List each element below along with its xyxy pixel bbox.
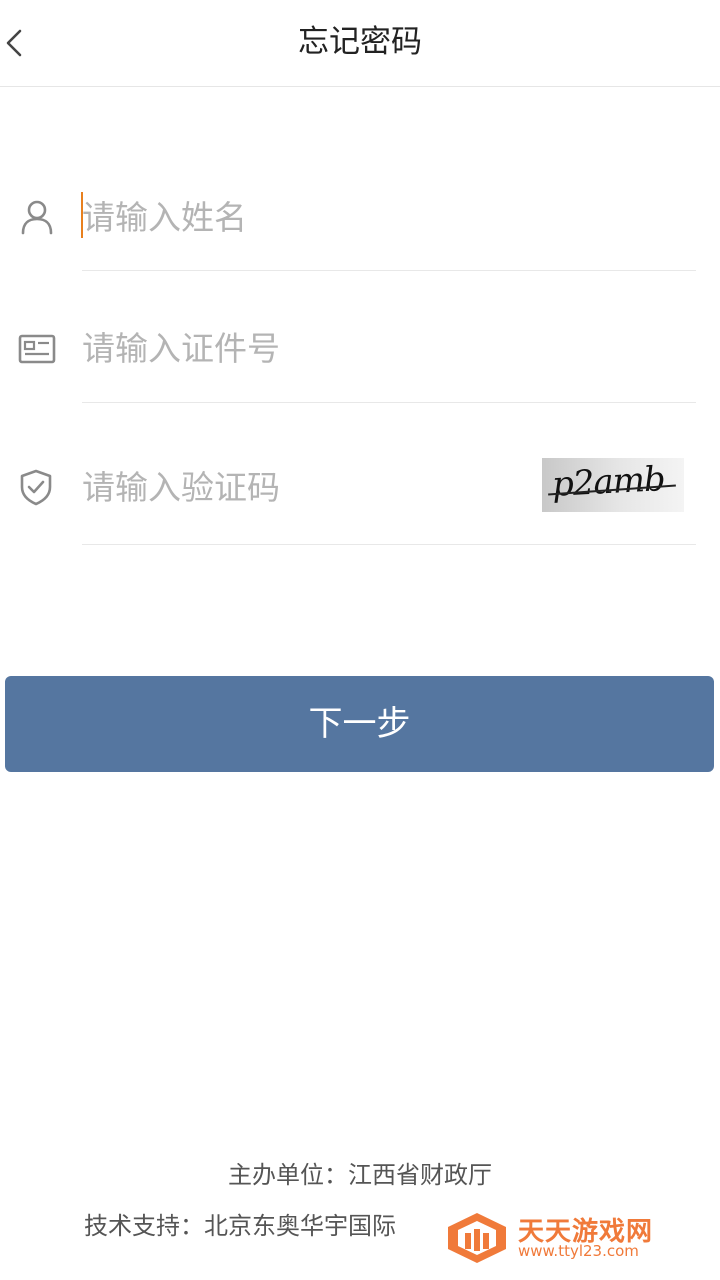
footer-tech-support: 技术支持：北京东奥华宇国际 (84, 1212, 396, 1240)
next-step-button[interactable]: 下一步 (5, 676, 714, 772)
captcha-text: p2amb (551, 459, 666, 505)
divider (82, 270, 696, 271)
captcha-input[interactable] (82, 462, 502, 512)
name-input[interactable] (82, 192, 642, 242)
header-bar: 忘记密码 (0, 0, 720, 87)
captcha-image[interactable]: p2amb (542, 458, 684, 512)
id-row (0, 315, 720, 405)
watermark-logo-icon (446, 1211, 508, 1269)
divider (82, 544, 696, 545)
captcha-row: p2amb (0, 450, 720, 546)
name-row (0, 180, 720, 272)
shield-check-icon (18, 468, 54, 510)
id-number-input[interactable] (82, 323, 642, 373)
footer-organizer: 主办单位：江西省财政厅 (228, 1161, 492, 1189)
watermark-url: www.ttyl23.com (518, 1242, 639, 1260)
user-icon (18, 198, 56, 240)
id-card-icon (18, 333, 56, 369)
forgot-password-page: 忘记密码 请输入姓名 请输入证件号 请输入验证码 p2amb 下一步 主办单位：… (0, 0, 720, 1280)
watermark: 天天游戏网 www.ttyl23.com (446, 1205, 686, 1265)
divider (82, 402, 696, 403)
text-cursor (81, 192, 83, 238)
page-title: 忘记密码 (298, 24, 422, 60)
